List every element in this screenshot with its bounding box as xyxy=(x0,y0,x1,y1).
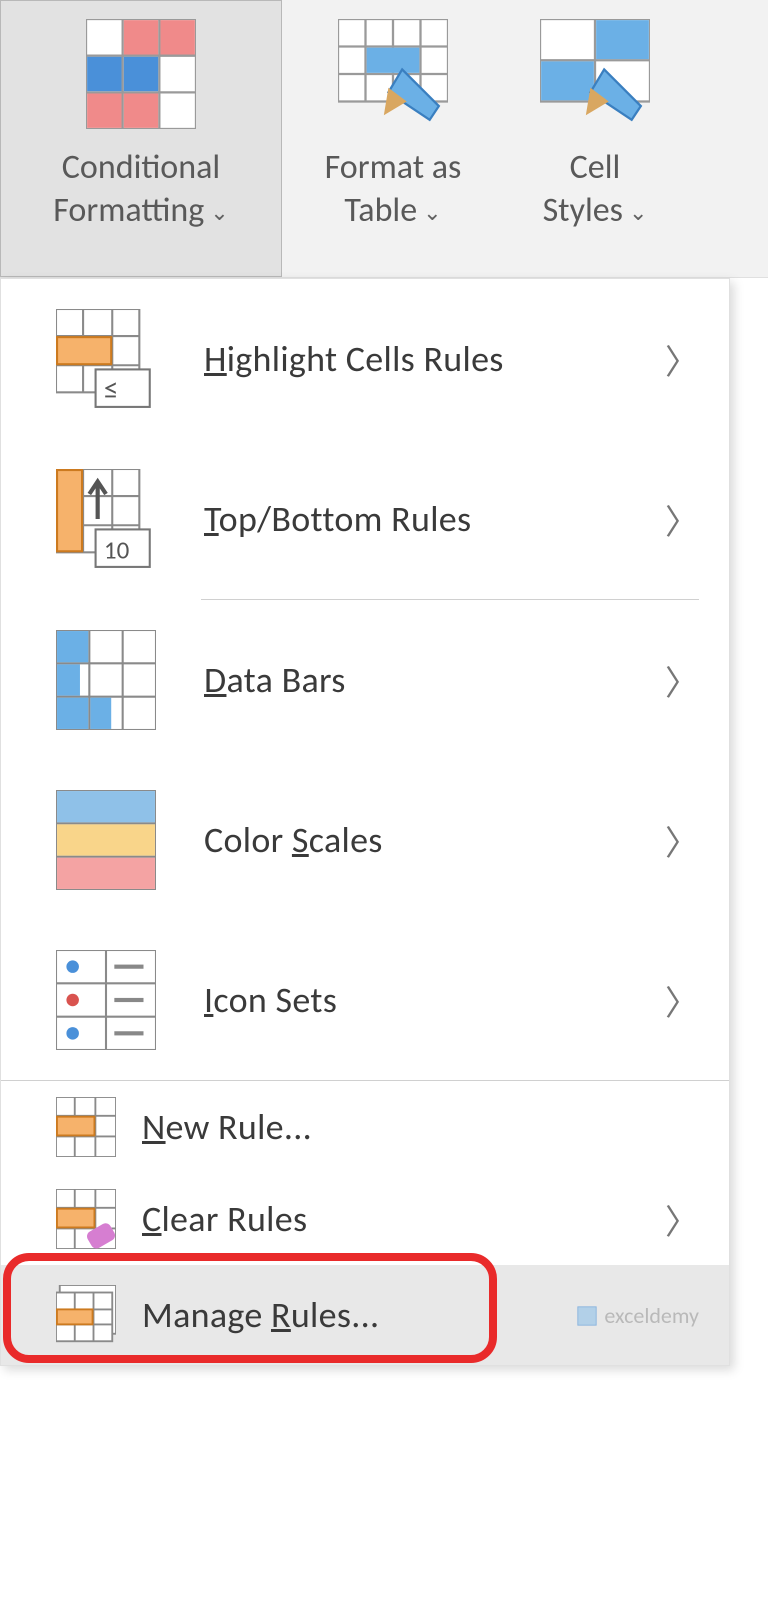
ribbon-styles-group: Conditional Formatting⌄ Format as Table⌄ xyxy=(0,0,768,278)
new-rule-icon xyxy=(56,1097,116,1157)
conditional-formatting-label: Conditional Formatting⌄ xyxy=(53,147,228,232)
format-as-table-button[interactable]: Format as Table⌄ xyxy=(282,0,504,277)
menu-label: Clear Rules xyxy=(142,1197,665,1241)
svg-text:10: 10 xyxy=(104,535,130,566)
menu-data-bars[interactable]: Data Bars 〉 xyxy=(1,600,729,760)
svg-text:≤: ≤ xyxy=(104,371,119,407)
conditional-formatting-button[interactable]: Conditional Formatting⌄ xyxy=(0,0,282,277)
icon-sets-icon xyxy=(56,950,156,1050)
conditional-formatting-icon xyxy=(86,19,196,129)
menu-label: New Rule... xyxy=(142,1105,699,1149)
top-bottom-icon: 10 xyxy=(56,469,156,569)
chevron-right-icon: 〉 xyxy=(665,656,699,705)
cell-styles-label: Cell Styles⌄ xyxy=(543,147,648,232)
menu-clear-rules[interactable]: Clear Rules 〉 xyxy=(1,1173,729,1265)
menu-label: Data Bars xyxy=(204,658,665,702)
cell-styles-icon xyxy=(540,19,650,129)
chevron-right-icon: 〉 xyxy=(665,1195,699,1244)
menu-icon-sets[interactable]: Icon Sets 〉 xyxy=(1,920,729,1080)
data-bars-icon xyxy=(56,630,156,730)
color-scales-icon xyxy=(56,790,156,890)
menu-label: Highlight Cells Rules xyxy=(204,337,665,381)
manage-rules-icon xyxy=(56,1285,116,1345)
menu-label: Color Scales xyxy=(204,818,665,862)
cell-styles-button[interactable]: Cell Styles⌄ xyxy=(504,0,686,277)
chevron-right-icon: 〉 xyxy=(665,495,699,544)
menu-label: Icon Sets xyxy=(204,978,665,1022)
chevron-right-icon: 〉 xyxy=(665,335,699,384)
chevron-down-icon: ⌄ xyxy=(629,199,647,227)
menu-new-rule[interactable]: New Rule... xyxy=(1,1081,729,1173)
chevron-right-icon: 〉 xyxy=(665,976,699,1025)
chevron-down-icon: ⌄ xyxy=(423,199,441,227)
format-as-table-icon xyxy=(338,19,448,129)
highlight-cells-icon: ≤ xyxy=(56,309,156,409)
conditional-formatting-dropdown: ≤ Highlight Cells Rules 〉 10 Top/Bottom … xyxy=(0,278,730,1366)
menu-label: Top/Bottom Rules xyxy=(204,497,665,541)
chevron-down-icon: ⌄ xyxy=(210,199,228,227)
watermark: exceldemy xyxy=(576,1302,699,1329)
clear-rules-icon xyxy=(56,1189,116,1249)
menu-top-bottom-rules[interactable]: 10 Top/Bottom Rules 〉 xyxy=(1,439,729,599)
menu-color-scales[interactable]: Color Scales 〉 xyxy=(1,760,729,920)
format-as-table-label: Format as Table⌄ xyxy=(325,147,462,232)
menu-highlight-cells-rules[interactable]: ≤ Highlight Cells Rules 〉 xyxy=(1,279,729,439)
chevron-right-icon: 〉 xyxy=(665,816,699,865)
